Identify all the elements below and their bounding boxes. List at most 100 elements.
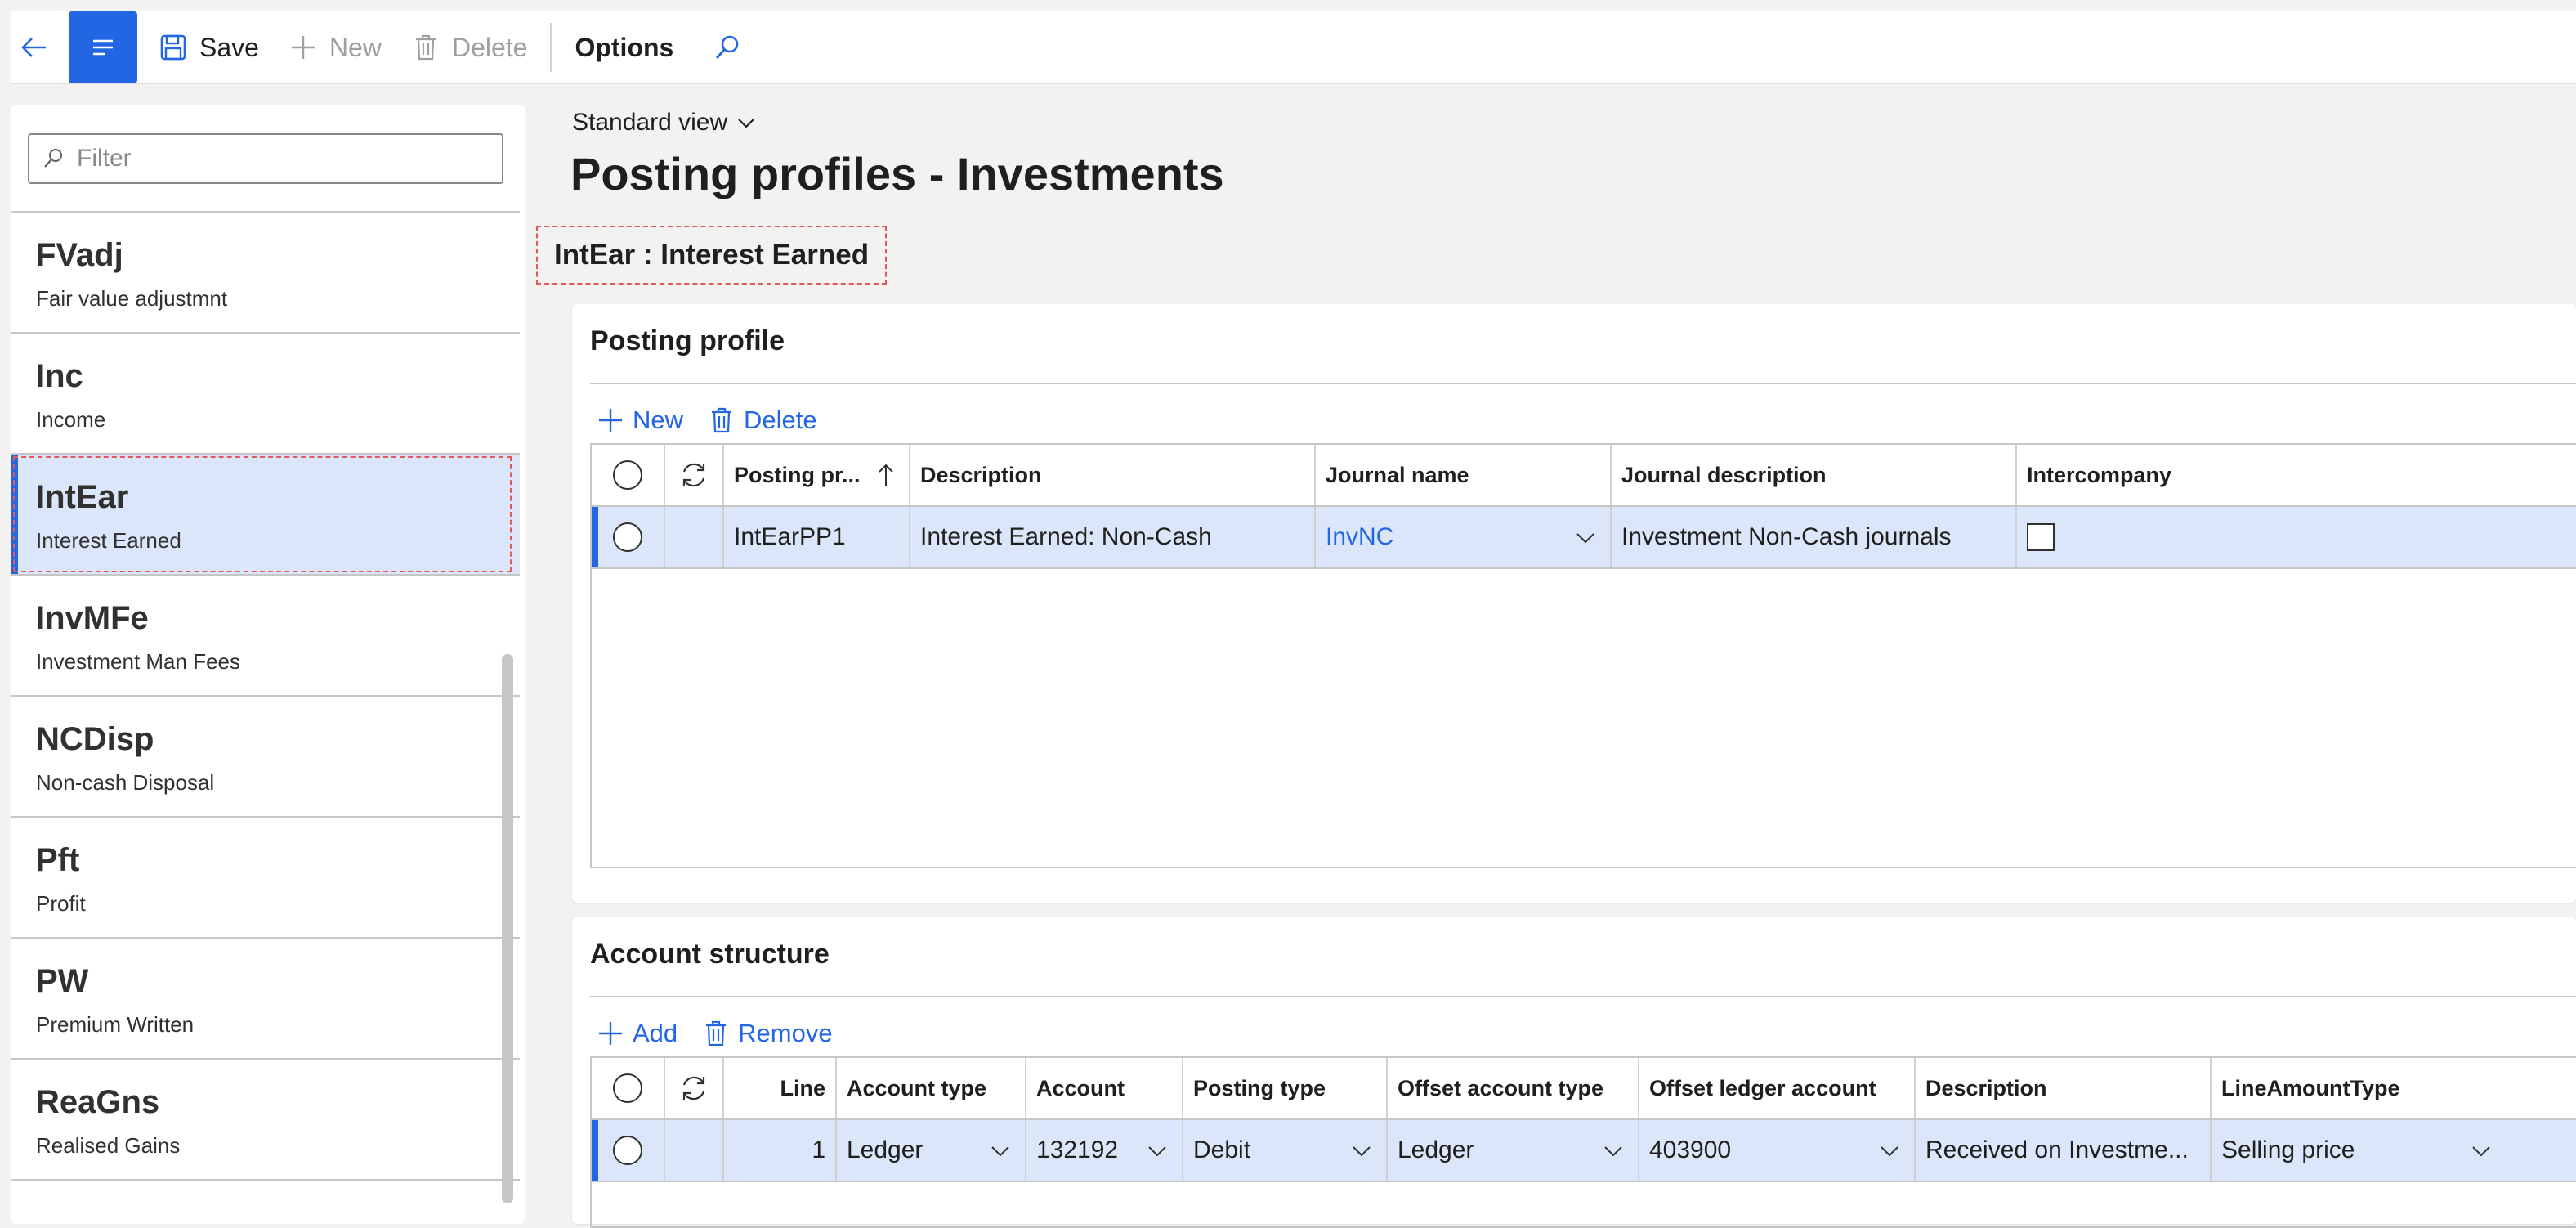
- page-title: Posting profiles - Investments: [570, 148, 1224, 199]
- list-item[interactable]: InvMFe Investment Man Fees: [11, 576, 520, 697]
- intercompany-checkbox[interactable]: [2027, 523, 2055, 551]
- cell-value: 403900: [1649, 1136, 1732, 1163]
- cell-value: IntEarPP1: [734, 523, 846, 550]
- column-header-journal-description[interactable]: Journal description: [1612, 445, 2017, 505]
- column-header-label: Offset ledger account: [1649, 1075, 1876, 1100]
- posting-type-cell[interactable]: Debit: [1183, 1120, 1388, 1181]
- column-header-label: Posting type: [1193, 1075, 1326, 1100]
- navigation-menu-button[interactable]: [69, 11, 137, 83]
- sort-ascending-icon: [878, 464, 893, 486]
- column-header-account-type[interactable]: Account type: [837, 1058, 1026, 1118]
- list-item-description: Income: [36, 407, 106, 432]
- chevron-down-icon[interactable]: [1602, 1140, 1625, 1163]
- list-scrollbar[interactable]: [502, 654, 513, 1203]
- chevron-down-icon: [738, 119, 754, 128]
- list-item-description: Investment Man Fees: [36, 649, 240, 674]
- view-selector[interactable]: Standard view: [572, 109, 757, 137]
- section-title[interactable]: Account structure: [590, 939, 830, 970]
- account-type-cell[interactable]: Ledger: [837, 1120, 1026, 1181]
- chevron-down-icon[interactable]: [989, 1140, 1012, 1163]
- new-line-button[interactable]: New: [597, 406, 683, 435]
- column-header-posting-profile[interactable]: Posting pr...: [724, 445, 910, 505]
- refresh-cell[interactable]: [665, 445, 724, 505]
- list-item-code: FVadj: [36, 237, 123, 273]
- list-item-code: NCDisp: [36, 721, 154, 757]
- list-item-code: ReaGns: [36, 1084, 160, 1120]
- chevron-down-icon[interactable]: [1146, 1140, 1169, 1163]
- record-list: FVadj Fair value adjustmnt Inc Income In…: [11, 213, 520, 1181]
- row-select-radio[interactable]: [613, 522, 642, 552]
- list-item[interactable]: ReaGns Realised Gains: [11, 1060, 520, 1181]
- list-item-description: Fair value adjustmnt: [36, 286, 228, 311]
- offset-account-type-cell[interactable]: Ledger: [1388, 1120, 1639, 1181]
- row-select-radio[interactable]: [613, 1136, 642, 1165]
- select-all-cell[interactable]: [592, 445, 665, 505]
- chevron-down-icon[interactable]: [1350, 1140, 1373, 1163]
- line-amount-type-cell[interactable]: Selling price: [2212, 1120, 2506, 1181]
- column-header-description[interactable]: Description: [910, 445, 1316, 505]
- offset-ledger-account-cell[interactable]: 403900: [1639, 1120, 1916, 1181]
- list-item[interactable]: PW Premium Written: [11, 939, 520, 1060]
- grid-header-row: Posting pr... Description Journal name J…: [592, 445, 2576, 507]
- column-header-line[interactable]: Line: [724, 1058, 837, 1118]
- list-item-description: Profit: [36, 891, 86, 916]
- refresh-icon: [682, 463, 705, 487]
- select-all-radio[interactable]: [613, 1073, 642, 1103]
- plus-icon: [599, 1022, 622, 1045]
- column-header-intercompany[interactable]: Intercompany: [2017, 445, 2262, 505]
- list-item-selected[interactable]: IntEar Interest Earned: [11, 455, 520, 576]
- chevron-down-icon[interactable]: [1878, 1140, 1901, 1163]
- journal-name-link[interactable]: InvNC: [1326, 523, 1393, 551]
- delete-line-button[interactable]: Delete: [708, 406, 817, 435]
- posting-profile-cell[interactable]: IntEarPP1: [724, 507, 910, 567]
- line-cell[interactable]: 1: [724, 1120, 837, 1181]
- select-all-cell[interactable]: [592, 1058, 665, 1118]
- column-header-offset-ledger-account[interactable]: Offset ledger account: [1639, 1058, 1916, 1118]
- save-label: Save: [199, 32, 259, 62]
- section-title[interactable]: Posting profile: [590, 325, 785, 357]
- cell-value: Investment Non-Cash journals: [1621, 523, 1952, 550]
- delete-line-label: Delete: [744, 406, 817, 434]
- column-header-posting-type[interactable]: Posting type: [1183, 1058, 1388, 1118]
- journal-name-cell[interactable]: InvNC: [1316, 507, 1612, 567]
- row-status-cell: [665, 507, 724, 567]
- cell-value: Selling price: [2221, 1136, 2355, 1163]
- options-button[interactable]: Options: [560, 11, 688, 83]
- column-header-line-amount-type[interactable]: LineAmountType: [2212, 1058, 2555, 1118]
- remove-line-button[interactable]: Remove: [702, 1019, 833, 1048]
- column-header-account[interactable]: Account: [1026, 1058, 1183, 1118]
- select-all-radio[interactable]: [613, 460, 642, 490]
- list-item[interactable]: Inc Income: [11, 334, 520, 455]
- journal-description-cell[interactable]: Investment Non-Cash journals: [1612, 507, 2017, 567]
- save-button[interactable]: Save: [144, 11, 274, 83]
- table-row[interactable]: IntEarPP1 Interest Earned: Non-Cash InvN…: [592, 507, 2576, 569]
- list-item-code: Inc: [36, 358, 83, 394]
- add-line-button[interactable]: Add: [597, 1019, 678, 1048]
- column-header-offset-account-type[interactable]: Offset account type: [1388, 1058, 1639, 1118]
- filter-box[interactable]: [28, 133, 503, 184]
- row-status-cell: [665, 1120, 724, 1181]
- column-header-description[interactable]: Description: [1916, 1058, 2212, 1118]
- delete-button[interactable]: Delete: [396, 11, 543, 83]
- row-select-cell[interactable]: [592, 1120, 665, 1181]
- account-cell[interactable]: 132192: [1026, 1120, 1183, 1181]
- refresh-cell[interactable]: [665, 1058, 724, 1118]
- list-item[interactable]: Pft Profit: [11, 818, 520, 939]
- filter-input[interactable]: [75, 144, 487, 173]
- description-cell[interactable]: Received on Investme...: [1916, 1120, 2212, 1181]
- list-item[interactable]: NCDisp Non-cash Disposal: [11, 697, 520, 818]
- list-item[interactable]: FVadj Fair value adjustmnt: [11, 213, 520, 334]
- plus-icon: [291, 36, 315, 59]
- column-header-label: Line: [780, 1075, 825, 1100]
- column-header-journal-name[interactable]: Journal name: [1316, 445, 1612, 505]
- search-button[interactable]: [688, 11, 767, 83]
- back-button[interactable]: [11, 11, 69, 83]
- chevron-down-icon[interactable]: [1574, 527, 1597, 549]
- table-row[interactable]: 1 Ledger 132192 Debit Ledger 403900 Rece…: [592, 1120, 2576, 1182]
- row-select-cell[interactable]: [592, 507, 665, 567]
- new-button[interactable]: New: [274, 11, 396, 83]
- intercompany-cell[interactable]: [2017, 507, 2262, 567]
- description-cell[interactable]: Interest Earned: Non-Cash: [910, 507, 1316, 567]
- list-item-description: Interest Earned: [36, 528, 181, 553]
- chevron-down-icon[interactable]: [2470, 1140, 2493, 1163]
